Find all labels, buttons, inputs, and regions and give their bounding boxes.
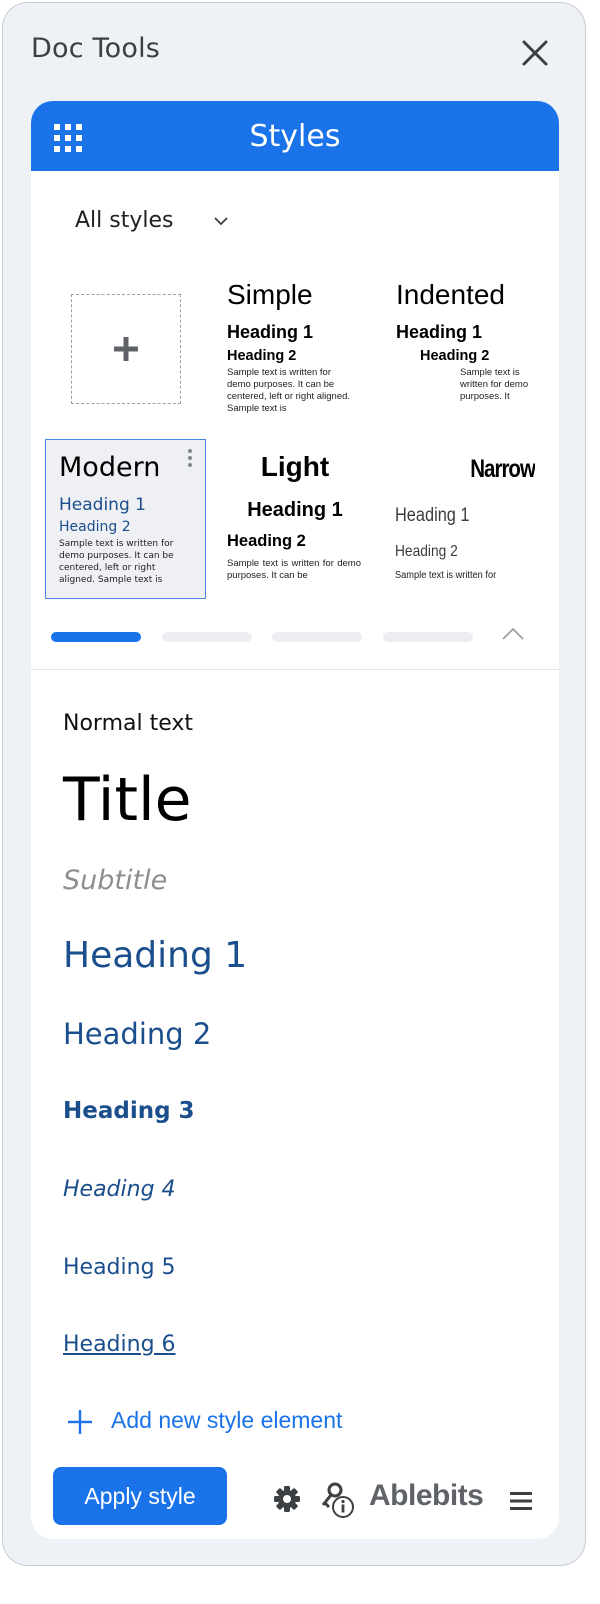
key-info-icon — [321, 1482, 354, 1518]
style-title[interactable]: Title — [63, 765, 192, 835]
preset-heading-2: Heading 2 — [227, 532, 306, 550]
preset-name: Narrow — [470, 455, 535, 483]
plus-icon — [114, 337, 138, 361]
style-heading-5[interactable]: Heading 5 — [63, 1255, 176, 1280]
section-divider — [31, 669, 559, 670]
preset-modern[interactable]: Modern Heading 1 Heading 2 Sample text i… — [45, 439, 206, 599]
chevron-up-icon — [502, 627, 524, 640]
preset-name: Simple — [227, 279, 313, 310]
preset-heading-1: Heading 1 — [247, 499, 343, 521]
preset-heading-1: Heading 1 — [395, 505, 470, 526]
preset-sample-text: Sample text is written for demo purposes… — [59, 539, 174, 585]
style-subtitle[interactable]: Subtitle — [63, 865, 167, 896]
style-heading-2[interactable]: Heading 2 — [63, 1017, 211, 1051]
doc-tools-panel: Doc Tools Styles All styles Simple Headi… — [2, 2, 586, 1566]
license-info-button[interactable] — [319, 1481, 357, 1519]
apps-grid-icon — [54, 124, 82, 152]
preset-heading-2: Heading 2 — [420, 348, 490, 364]
preset-name: Modern — [59, 452, 161, 483]
style-heading-4[interactable]: Heading 4 — [63, 1177, 176, 1202]
preset-narrow[interactable]: Narrow Heading 1 Heading 2 Sample text i… — [395, 449, 535, 599]
menu-button[interactable] — [509, 1489, 533, 1513]
menu-icon — [510, 1492, 532, 1510]
ablebits-logo: Ablebits — [369, 1479, 484, 1512]
preset-page-3[interactable] — [272, 632, 362, 642]
close-icon — [522, 40, 548, 66]
preset-indented[interactable]: Indented Heading 1 Heading 2 Sample text… — [396, 279, 546, 419]
preset-sample-text: Sample text is written for — [395, 569, 497, 581]
preset-name: Indented — [396, 279, 505, 310]
plus-icon — [68, 1410, 92, 1434]
styles-title: Styles — [249, 119, 341, 154]
preset-sample-text: Sample text is written for demo purposes… — [460, 367, 529, 402]
preset-page-2[interactable] — [162, 632, 252, 642]
chevron-down-icon — [214, 217, 228, 226]
preset-heading-1: Heading 1 — [59, 495, 146, 515]
gear-icon — [274, 1486, 300, 1512]
more-options-button[interactable] — [184, 446, 196, 470]
style-filter-label: All styles — [75, 208, 174, 233]
settings-button[interactable] — [273, 1485, 301, 1513]
apps-grid-button[interactable] — [53, 123, 83, 153]
style-normal-text[interactable]: Normal text — [63, 711, 193, 736]
add-style-preset-button[interactable] — [71, 294, 181, 404]
preset-page-4[interactable] — [383, 632, 473, 642]
preset-heading-1: Heading 1 — [227, 322, 314, 342]
preset-heading-2: Heading 2 — [227, 348, 297, 364]
style-filter-dropdown[interactable]: All styles — [75, 201, 245, 241]
preset-sample-text: Sample text is written for demo purposes… — [227, 367, 351, 414]
preset-name: Light — [260, 451, 330, 482]
add-style-element-label: Add new style element — [111, 1407, 343, 1433]
preset-page-1[interactable] — [51, 632, 141, 642]
style-heading-6[interactable]: Heading 6 — [63, 1332, 176, 1357]
styles-header: Styles — [31, 101, 559, 171]
preset-heading-1: Heading 1 — [396, 322, 483, 342]
apply-style-button[interactable]: Apply style — [53, 1467, 227, 1525]
panel-title: Doc Tools — [31, 33, 161, 64]
preset-light[interactable]: Light Heading 1 Heading 2 Sample text is… — [227, 449, 363, 599]
preset-heading-2: Heading 2 — [59, 519, 131, 535]
preset-heading-2: Heading 2 — [395, 543, 458, 560]
preset-sample-text: Sample text is written for demo purposes… — [227, 558, 361, 581]
collapse-presets-button[interactable] — [501, 625, 525, 645]
style-heading-1[interactable]: Heading 1 — [63, 935, 247, 976]
close-button[interactable] — [515, 33, 555, 73]
preset-simple[interactable]: Simple Heading 1 Heading 2 Sample text i… — [227, 279, 377, 419]
styles-card: Styles All styles Simple Heading 1 Headi… — [31, 101, 559, 1539]
more-vert-icon — [188, 449, 192, 467]
style-heading-3[interactable]: Heading 3 — [63, 1098, 195, 1124]
